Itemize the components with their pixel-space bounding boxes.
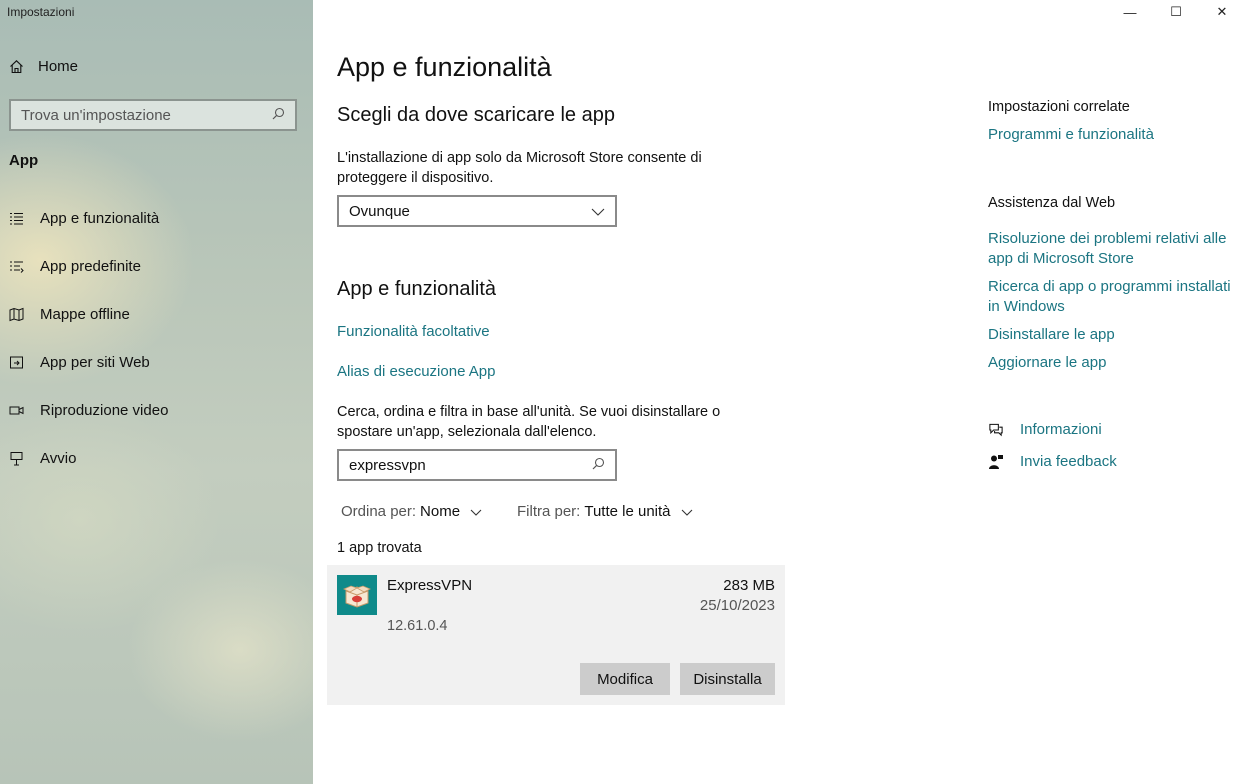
- web-help-link-uninstall[interactable]: Disinstallare le app: [988, 325, 1233, 345]
- main-content: App e funzionalità Scegli da dove scaric…: [313, 0, 973, 784]
- app-list-item[interactable]: ExpressVPN 12.61.0.4 283 MB 25/10/2023 M…: [327, 565, 785, 705]
- sidebar-item-apps-features[interactable]: App e funzionalità: [9, 210, 159, 227]
- optional-features-link[interactable]: Funzionalità facoltative: [337, 323, 490, 340]
- uninstall-button[interactable]: Disinstalla: [680, 663, 775, 695]
- sidebar-home[interactable]: Home: [9, 58, 78, 75]
- startup-icon: [9, 451, 24, 466]
- sidebar-item-startup[interactable]: Avvio: [9, 450, 76, 467]
- home-icon: [9, 59, 24, 74]
- app-source-dropdown[interactable]: Ovunque: [337, 195, 617, 227]
- sidebar: Impostazioni Home Trova un'impostazione …: [0, 0, 313, 784]
- filter-label: Filtra per:: [517, 503, 581, 520]
- web-help-link-troubleshoot[interactable]: Risoluzione dei problemi relativi alle a…: [988, 229, 1233, 269]
- chevron-down-icon: [681, 503, 693, 520]
- apps-heading: App e funzionalità: [337, 278, 497, 300]
- sidebar-section-title: App: [9, 152, 39, 169]
- filter-description-line: spostare un'app, selezionala dall'elenco…: [337, 424, 597, 440]
- feedback-link[interactable]: Invia feedback: [988, 453, 1117, 470]
- sidebar-item-label: App e funzionalità: [40, 210, 160, 227]
- search-icon: [592, 457, 605, 474]
- web-help-link-search-apps[interactable]: Ricerca di app o programmi installati in…: [988, 277, 1233, 317]
- info-link[interactable]: Informazioni: [988, 421, 1102, 438]
- sort-label: Ordina per:: [341, 503, 417, 520]
- sidebar-item-label: App per siti Web: [40, 354, 150, 371]
- page-title: App e funzionalità: [337, 52, 552, 82]
- source-heading: Scegli da dove scaricare le app: [337, 104, 615, 126]
- sidebar-item-label: App predefinite: [40, 258, 141, 275]
- filter-value: Tutte le unità: [584, 503, 671, 520]
- chevron-down-icon: [591, 203, 605, 220]
- programs-features-link[interactable]: Programmi e funzionalità: [988, 125, 1233, 145]
- source-description-line: proteggere il dispositivo.: [337, 170, 494, 186]
- sidebar-item-default-apps[interactable]: App predefinite: [9, 258, 141, 275]
- sidebar-item-web-apps[interactable]: App per siti Web: [9, 354, 150, 371]
- video-icon: [9, 403, 24, 418]
- apps-found-count: 1 app trovata: [337, 540, 422, 556]
- source-description: L'installazione di app solo da Microsoft…: [337, 148, 702, 188]
- filter-dropdown[interactable]: Filtra per: Tutte le unità: [517, 503, 693, 520]
- app-name: ExpressVPN: [387, 577, 473, 594]
- filter-description: Cerca, ordina e filtra in base all'unità…: [337, 402, 720, 442]
- app-search-value: expressvpn: [349, 456, 426, 474]
- sidebar-item-label: Avvio: [40, 450, 77, 467]
- web-help-heading: Assistenza dal Web: [988, 195, 1116, 211]
- window-title: Impostazioni: [7, 5, 75, 19]
- modify-button[interactable]: Modifica: [580, 663, 670, 695]
- search-icon: [272, 107, 285, 124]
- app-search-input[interactable]: expressvpn: [337, 449, 617, 481]
- app-size: 283 MB: [723, 577, 775, 594]
- related-settings-panel: Impostazioni correlate Programmi e funzi…: [988, 0, 1238, 784]
- feedback-label: Invia feedback: [1020, 453, 1117, 470]
- app-version: 12.61.0.4: [387, 618, 448, 634]
- chat-help-icon: [988, 422, 1004, 438]
- source-description-line: L'installazione di app solo da Microsoft…: [337, 150, 702, 166]
- sidebar-home-label: Home: [38, 58, 79, 75]
- feedback-icon: [988, 454, 1004, 470]
- sort-dropdown[interactable]: Ordina per: Nome: [341, 503, 482, 520]
- web-app-icon: [9, 355, 24, 370]
- sidebar-item-label: Riproduzione video: [40, 402, 169, 419]
- filter-description-line: Cerca, ordina e filtra in base all'unità…: [337, 404, 721, 420]
- related-settings-heading: Impostazioni correlate: [988, 99, 1130, 115]
- settings-search-input[interactable]: Trova un'impostazione: [9, 99, 297, 131]
- list-icon: [9, 211, 24, 226]
- sidebar-item-offline-maps[interactable]: Mappe offline: [9, 306, 130, 323]
- app-aliases-link[interactable]: Alias di esecuzione App: [337, 363, 495, 380]
- expressvpn-app-icon: [337, 575, 377, 615]
- web-help-link-update[interactable]: Aggiornare le app: [988, 353, 1233, 373]
- app-source-value: Ovunque: [349, 202, 410, 220]
- default-apps-icon: [9, 259, 24, 274]
- settings-search-placeholder: Trova un'impostazione: [21, 106, 171, 124]
- sidebar-item-label: Mappe offline: [40, 306, 130, 323]
- map-icon: [9, 307, 24, 322]
- sidebar-item-video-playback[interactable]: Riproduzione video: [9, 402, 168, 419]
- sort-value: Nome: [420, 503, 461, 520]
- info-label: Informazioni: [1020, 421, 1102, 438]
- chevron-down-icon: [470, 503, 482, 520]
- app-install-date: 25/10/2023: [699, 597, 775, 614]
